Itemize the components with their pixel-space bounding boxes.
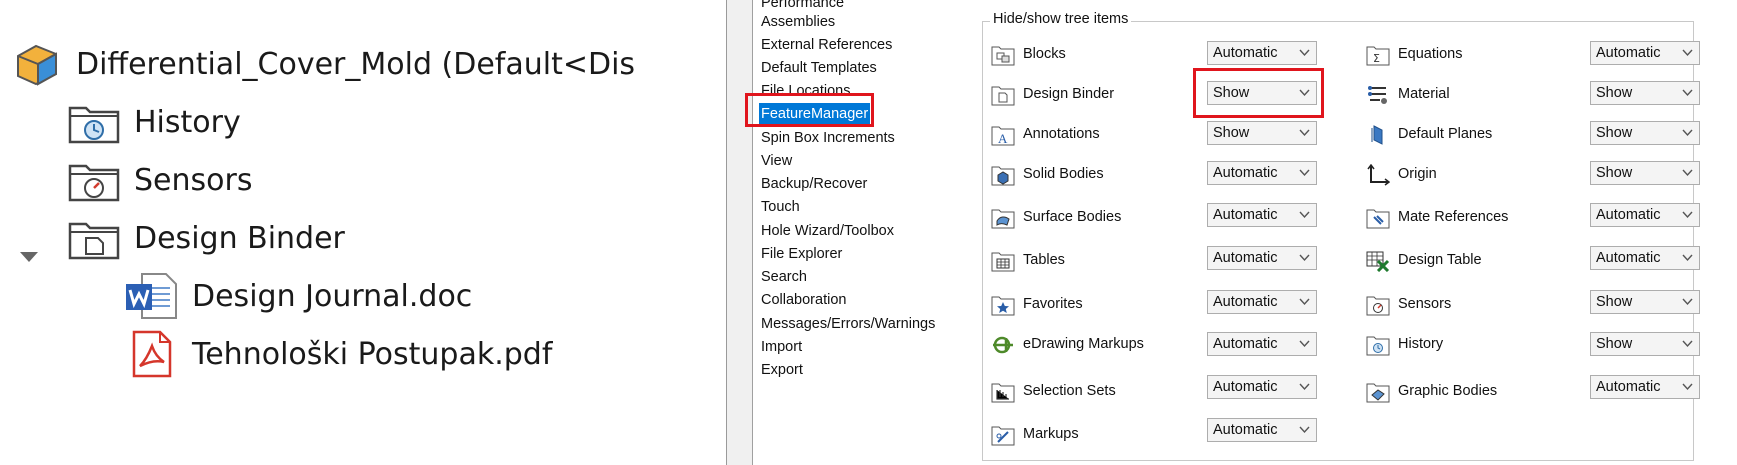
chevron-down-icon bbox=[1682, 89, 1693, 97]
markups-select[interactable]: Automatic bbox=[1207, 418, 1317, 442]
annotations-select[interactable]: Show bbox=[1207, 121, 1317, 145]
chevron-down-icon bbox=[1299, 211, 1310, 219]
group-title: Hide/show tree items bbox=[990, 11, 1132, 27]
blocks-icon bbox=[991, 44, 1015, 66]
tree-item-label: History bbox=[134, 104, 241, 140]
history-icon bbox=[1366, 334, 1390, 356]
design-table-select[interactable]: Automatic bbox=[1590, 246, 1700, 270]
mate-references-select[interactable]: Automatic bbox=[1590, 203, 1700, 227]
part-icon bbox=[8, 40, 64, 88]
nav-item-messages-errors-warnings[interactable]: Messages/Errors/Warnings bbox=[759, 313, 937, 335]
chevron-down-icon bbox=[1682, 254, 1693, 262]
tree-item-label: Tehnološki Postupak.pdf bbox=[192, 336, 553, 372]
blocks-select[interactable]: Automatic bbox=[1207, 41, 1317, 65]
tables-icon bbox=[991, 250, 1015, 272]
graphic-bodies-icon bbox=[1366, 381, 1390, 403]
history-select[interactable]: Show bbox=[1590, 332, 1700, 356]
nav-item-search[interactable]: Search bbox=[759, 266, 809, 288]
design-binder-highlight-box bbox=[1193, 68, 1324, 118]
design-binder-folder-icon bbox=[66, 214, 122, 262]
edrawing-markups-icon bbox=[991, 334, 1015, 356]
solid-bodies-icon bbox=[991, 164, 1015, 186]
chevron-down-icon bbox=[1682, 211, 1693, 219]
feature-manager-tree: Differential_Cover_Mold (Default<Dis His… bbox=[0, 0, 662, 430]
tables-select[interactable]: Automatic bbox=[1207, 246, 1317, 270]
svg-text:Σ: Σ bbox=[1373, 52, 1380, 65]
tree-item-history[interactable]: History bbox=[66, 94, 241, 150]
selection-sets-select[interactable]: Automatic bbox=[1207, 375, 1317, 399]
default-planes-icon bbox=[1366, 124, 1390, 146]
sensors-icon bbox=[1366, 294, 1390, 316]
tree-item-label: Differential_Cover_Mold (Default<Dis bbox=[76, 46, 636, 82]
tree-item-design-journal[interactable]: Design Journal.doc bbox=[124, 268, 472, 324]
annotations-icon: A bbox=[991, 124, 1015, 146]
surface-bodies-select[interactable]: Automatic bbox=[1207, 203, 1317, 227]
nav-item-assemblies[interactable]: Assemblies bbox=[759, 11, 837, 33]
nav-item-import[interactable]: Import bbox=[759, 336, 804, 358]
chevron-down-icon bbox=[1299, 254, 1310, 262]
graphic-bodies-select[interactable]: Automatic bbox=[1590, 375, 1700, 399]
equations-select[interactable]: Automatic bbox=[1590, 41, 1700, 65]
chevron-down-icon bbox=[1299, 129, 1310, 137]
word-document-icon bbox=[124, 272, 180, 320]
chevron-down-icon bbox=[1299, 169, 1310, 177]
chevron-down-icon bbox=[1682, 383, 1693, 391]
tree-item-tehnoloski-postupak[interactable]: Tehnološki Postupak.pdf bbox=[124, 326, 552, 382]
sensors-select[interactable]: Show bbox=[1590, 290, 1700, 314]
svg-text:A: A bbox=[998, 131, 1008, 146]
expand-chevron-icon[interactable] bbox=[18, 250, 40, 264]
sensors-folder-icon bbox=[66, 156, 122, 204]
chevron-down-icon bbox=[1682, 169, 1693, 177]
history-folder-icon bbox=[66, 98, 122, 146]
solid-bodies-select[interactable]: Automatic bbox=[1207, 161, 1317, 185]
tree-item-design-binder[interactable]: Design Binder bbox=[66, 210, 345, 266]
nav-item-hole-wizard-toolbox[interactable]: Hole Wizard/Toolbox bbox=[759, 220, 896, 242]
tree-item-part[interactable]: Differential_Cover_Mold (Default<Dis bbox=[8, 36, 635, 92]
nav-item-external-references[interactable]: External References bbox=[759, 34, 894, 56]
nav-item-file-explorer[interactable]: File Explorer bbox=[759, 243, 844, 265]
pdf-document-icon bbox=[124, 330, 180, 378]
chevron-down-icon bbox=[1682, 298, 1693, 306]
favorites-select[interactable]: Automatic bbox=[1207, 290, 1317, 314]
material-icon bbox=[1366, 84, 1390, 106]
origin-select[interactable]: Show bbox=[1590, 161, 1700, 185]
chevron-down-icon bbox=[1299, 298, 1310, 306]
options-category-list[interactable]: Performance Assemblies External Referenc… bbox=[752, 0, 970, 465]
tree-item-sensors[interactable]: Sensors bbox=[66, 152, 252, 208]
nav-item-collaboration[interactable]: Collaboration bbox=[759, 289, 848, 311]
chevron-down-icon bbox=[1682, 340, 1693, 348]
design-table-icon bbox=[1366, 250, 1390, 272]
selection-sets-icon bbox=[991, 381, 1015, 403]
dialog-divider bbox=[726, 0, 727, 465]
design-binder-icon bbox=[991, 84, 1015, 106]
surface-bodies-icon bbox=[991, 207, 1015, 229]
equations-icon: Σ bbox=[1366, 44, 1390, 66]
chevron-down-icon bbox=[1682, 49, 1693, 57]
mate-references-icon bbox=[1366, 207, 1390, 229]
tree-item-label: Design Journal.doc bbox=[192, 278, 473, 314]
edrawing-markups-select[interactable]: Automatic bbox=[1207, 332, 1317, 356]
tree-item-label: Sensors bbox=[134, 162, 253, 198]
chevron-down-icon bbox=[1299, 340, 1310, 348]
material-select[interactable]: Show bbox=[1590, 81, 1700, 105]
nav-item-backup-recover[interactable]: Backup/Recover bbox=[759, 173, 869, 195]
nav-item-default-templates[interactable]: Default Templates bbox=[759, 57, 879, 79]
tree-item-label: Design Binder bbox=[134, 220, 345, 256]
chevron-down-icon bbox=[1682, 129, 1693, 137]
chevron-down-icon bbox=[1299, 426, 1310, 434]
nav-item-export[interactable]: Export bbox=[759, 359, 805, 381]
chevron-down-icon bbox=[1299, 49, 1310, 57]
origin-icon bbox=[1366, 164, 1390, 186]
markups-icon bbox=[991, 424, 1015, 446]
nav-item-touch[interactable]: Touch bbox=[759, 196, 802, 218]
default-planes-select[interactable]: Show bbox=[1590, 121, 1700, 145]
nav-item-view[interactable]: View bbox=[759, 150, 794, 172]
chevron-down-icon bbox=[1299, 383, 1310, 391]
favorites-icon bbox=[991, 294, 1015, 316]
featuremanager-highlight-box bbox=[745, 93, 874, 127]
nav-item-spin-box-increments[interactable]: Spin Box Increments bbox=[759, 127, 897, 149]
